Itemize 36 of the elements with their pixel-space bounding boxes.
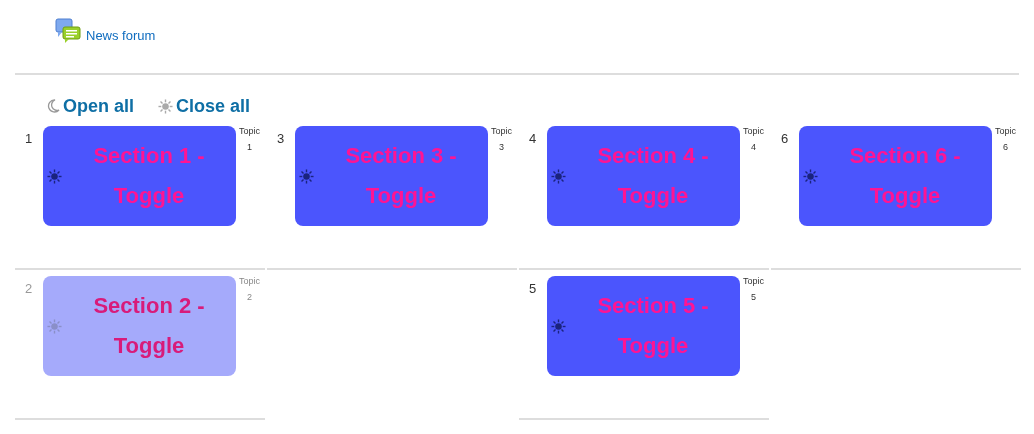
section-toggle[interactable]: Section 6 - Toggle — [799, 126, 992, 226]
section-toggle[interactable]: Section 5 - Toggle — [547, 276, 740, 376]
topic-label: Topic — [743, 125, 764, 138]
section-toggle[interactable]: Section 1 - Toggle — [43, 126, 236, 226]
topic-label: Topic — [239, 125, 260, 138]
sun-icon — [47, 318, 62, 334]
sun-icon — [803, 168, 818, 184]
topic-number: 6 — [1003, 141, 1008, 154]
topic-label: Topic — [239, 275, 260, 288]
section-toggle[interactable]: Section 4 - Toggle — [547, 126, 740, 226]
section-number: 6 — [780, 130, 790, 148]
section-number: 3 — [276, 130, 286, 148]
topic-number: 3 — [499, 141, 504, 154]
topic-label: Topic — [743, 275, 764, 288]
section-toggle[interactable]: Section 2 - Toggle — [43, 276, 236, 376]
open-all-link[interactable]: Open all — [63, 92, 134, 120]
section-number: 5 — [528, 280, 538, 298]
topic-number: 5 — [751, 291, 756, 304]
section-number: 1 — [24, 130, 34, 148]
topic-label: Topic — [995, 125, 1016, 138]
topic-number: 4 — [751, 141, 756, 154]
section-toggle[interactable]: Section 3 - Toggle — [295, 126, 488, 226]
moon-icon — [47, 99, 60, 113]
topic-number: 1 — [247, 141, 252, 154]
topic-label: Topic — [491, 125, 512, 138]
forum-link[interactable]: News forum — [86, 26, 156, 46]
section-number: 2 — [24, 280, 34, 298]
sun-icon — [551, 168, 566, 184]
section-number: 4 — [528, 130, 538, 148]
sun-icon — [299, 168, 314, 184]
sun-icon — [551, 318, 566, 334]
close-all-link[interactable]: Close all — [176, 92, 251, 120]
sun-icon — [47, 168, 62, 184]
forum-icon — [55, 18, 81, 44]
sun-icon — [158, 98, 173, 114]
topic-number: 2 — [247, 291, 252, 304]
